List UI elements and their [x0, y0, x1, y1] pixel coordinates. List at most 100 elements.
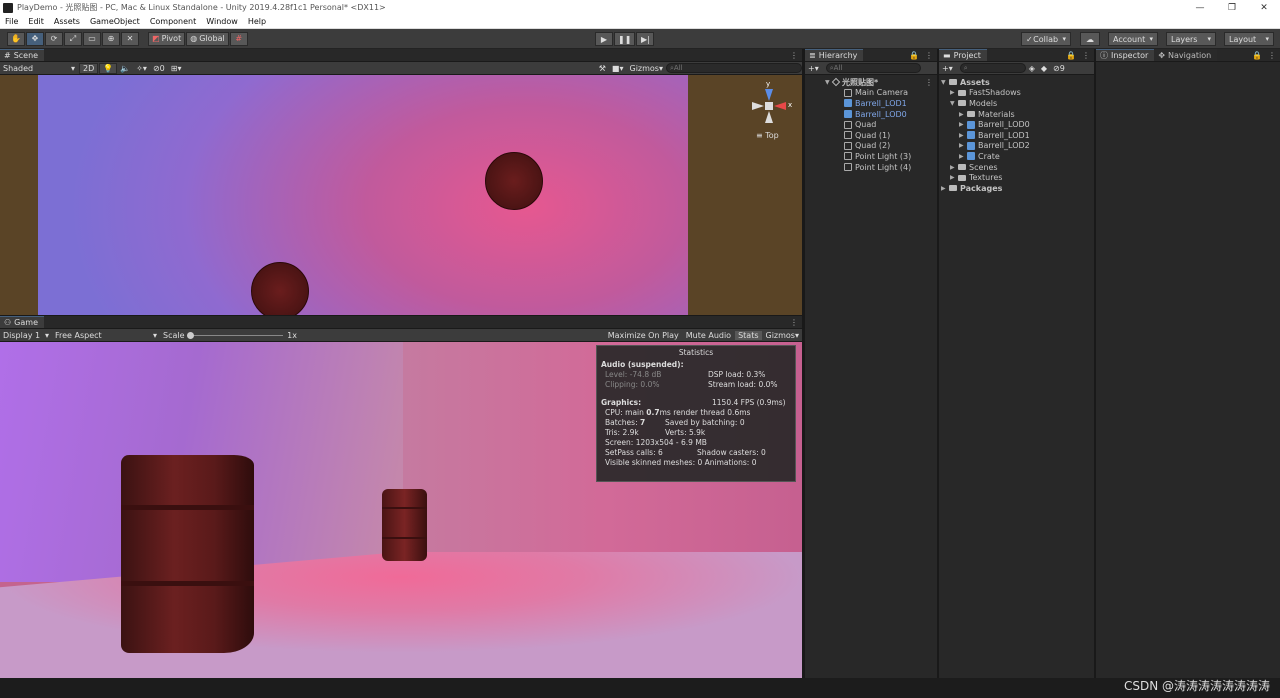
pause-button[interactable]: ❚❚ — [614, 32, 636, 46]
hidden-objects-toggle[interactable]: ⊘ 0 — [150, 64, 168, 73]
effects-toggle-icon[interactable]: ✧▾ — [133, 64, 150, 73]
expand-arrow-icon[interactable]: ▶ — [959, 132, 967, 139]
tab-scene[interactable]: # Scene — [0, 49, 45, 61]
project-item[interactable]: ▶ Barrell_LOD1 — [939, 130, 1094, 141]
hierarchy-item[interactable]: Barrell_LOD1 — [805, 98, 937, 109]
tab-hierarchy[interactable]: ≣ Hierarchy — [805, 49, 864, 61]
aspect-dropdown[interactable]: Free Aspect ▾ — [52, 331, 160, 340]
collab-dropdown[interactable]: ✓ Collab — [1021, 32, 1071, 46]
expand-arrow-icon[interactable]: ▶ — [950, 174, 958, 181]
hierarchy-item[interactable]: Point Light (4) — [805, 162, 937, 173]
lock-icon[interactable]: 🔒 — [909, 51, 919, 60]
maximize-button[interactable]: ❐ — [1216, 3, 1248, 13]
audio-toggle-icon[interactable]: 🔈 — [117, 64, 133, 73]
hierarchy-item[interactable]: Point Light (3) — [805, 151, 937, 162]
step-button[interactable]: ▶| — [636, 32, 655, 46]
project-menu-icon[interactable]: ⋮ — [1082, 51, 1090, 60]
scale-slider-thumb[interactable] — [186, 331, 194, 339]
scene-gizmos-dropdown[interactable]: Gizmos ▾ — [627, 64, 667, 73]
move-tool-icon[interactable]: ✥ — [26, 31, 44, 46]
minimize-button[interactable]: — — [1184, 3, 1216, 13]
camera-dropdown-icon[interactable]: ■▾ — [609, 64, 627, 73]
project-item[interactable]: ▶ Scenes — [939, 162, 1094, 173]
play-button[interactable]: ▶ — [595, 32, 613, 46]
stats-toggle[interactable]: Stats — [735, 330, 762, 340]
project-item[interactable]: ▶ Materials — [939, 109, 1094, 120]
project-item[interactable]: ▶ FastShadows — [939, 88, 1094, 99]
rect-tool-icon[interactable]: ▭ — [83, 31, 101, 46]
hierarchy-item[interactable]: Main Camera — [805, 88, 937, 99]
expand-arrow-icon[interactable]: ▶ — [941, 185, 949, 192]
tools-icon[interactable]: ⚒ — [596, 64, 609, 73]
hand-tool-icon[interactable]: ✋ — [7, 31, 25, 46]
expand-arrow-icon[interactable]: ▶ — [959, 153, 967, 160]
filter-label-icon[interactable]: ◆ — [1038, 64, 1050, 73]
expand-arrow-icon[interactable]: ▶ — [950, 164, 958, 171]
expand-arrow-icon[interactable]: ▼ — [941, 79, 949, 86]
pivot-button[interactable]: ◩ Pivot — [148, 31, 186, 46]
cloud-button[interactable]: ☁ — [1080, 32, 1100, 46]
custom-tool-icon[interactable]: ✕ — [121, 31, 139, 46]
scene-root[interactable]: ▼ 光照贴图* ⋮ — [805, 77, 937, 88]
expand-arrow-icon[interactable]: ▶ — [959, 121, 967, 128]
inspector-lock-icon[interactable]: 🔒 — [1252, 51, 1262, 60]
tab-game[interactable]: ⚇ Game — [0, 316, 44, 328]
tab-project[interactable]: ▬ Project — [939, 49, 987, 61]
layout-dropdown[interactable]: Layout — [1224, 32, 1274, 46]
tab-inspector[interactable]: ⓘ Inspector — [1096, 49, 1155, 61]
hierarchy-menu-icon[interactable]: ⋮ — [925, 51, 933, 60]
menu-component[interactable]: Component — [145, 17, 201, 26]
menu-assets[interactable]: Assets — [49, 17, 85, 26]
hierarchy-search-input[interactable]: ⌕ All — [825, 63, 921, 73]
maximize-on-play-toggle[interactable]: Maximize On Play — [605, 331, 682, 340]
scale-tool-icon[interactable]: ⤢ — [64, 31, 82, 46]
project-item[interactable]: ▼ Models — [939, 98, 1094, 109]
scene-viewport[interactable]: y x ≡ Top — [0, 75, 802, 315]
menu-window[interactable]: Window — [201, 17, 243, 26]
shading-dropdown[interactable]: Shaded ▾ — [0, 64, 78, 73]
hierarchy-item[interactable]: Quad (1) — [805, 130, 937, 141]
project-item-packages[interactable]: ▶ Packages — [939, 183, 1094, 194]
account-dropdown[interactable]: Account — [1108, 32, 1158, 46]
expand-arrow-icon[interactable]: ▶ — [959, 111, 967, 118]
project-item-assets[interactable]: ▼ Assets — [939, 77, 1094, 88]
scale-slider[interactable]: Scale 1x — [160, 331, 300, 340]
project-search-input[interactable]: ⌕ — [959, 63, 1026, 73]
2d-toggle[interactable]: 2D — [79, 62, 99, 74]
expand-arrow-icon[interactable]: ▼ — [950, 100, 958, 107]
menu-gameobject[interactable]: GameObject — [85, 17, 145, 26]
close-button[interactable]: ✕ — [1248, 3, 1280, 13]
expand-arrow-icon[interactable]: ▶ — [950, 89, 958, 96]
hierarchy-item[interactable]: Barrell_LOD0 — [805, 109, 937, 120]
scene-orientation-gizmo[interactable]: y x ≡ Top — [748, 80, 794, 142]
expand-arrow-icon[interactable]: ▶ — [959, 142, 967, 149]
grid-toggle-icon[interactable]: ⊞▾ — [168, 64, 185, 73]
scene-search-input[interactable]: ⌕ All — [666, 63, 802, 73]
lighting-toggle-icon[interactable]: 💡 — [99, 62, 118, 74]
tab-navigation[interactable]: ✥ Navigation — [1154, 49, 1218, 61]
display-dropdown[interactable]: Display 1 ▾ — [0, 331, 52, 340]
grid-snap-button[interactable]: # — [229, 31, 248, 46]
scale-slider-track[interactable] — [186, 331, 284, 339]
panel-menu-icon[interactable]: ⋮ — [790, 51, 798, 60]
mute-audio-toggle[interactable]: Mute Audio — [683, 331, 734, 340]
filter-type-icon[interactable]: ◈ — [1026, 64, 1038, 73]
menu-file[interactable]: File — [0, 17, 23, 26]
layers-dropdown[interactable]: Layers — [1166, 32, 1216, 46]
create-dropdown[interactable]: +▾ — [805, 64, 822, 73]
project-create-dropdown[interactable]: +▾ — [939, 64, 956, 73]
rotate-tool-icon[interactable]: ⟳ — [45, 31, 63, 46]
game-panel-menu-icon[interactable]: ⋮ — [790, 318, 798, 327]
hierarchy-item[interactable]: Quad — [805, 119, 937, 130]
menu-help[interactable]: Help — [243, 17, 271, 26]
project-item[interactable]: ▶ Barrell_LOD0 — [939, 119, 1094, 130]
global-button[interactable]: ◍ Global — [186, 31, 229, 46]
scene-menu-icon[interactable]: ⋮ — [925, 78, 937, 87]
project-lock-icon[interactable]: 🔒 — [1066, 51, 1076, 60]
inspector-menu-icon[interactable]: ⋮ — [1268, 51, 1276, 60]
hierarchy-item[interactable]: Quad (2) — [805, 141, 937, 152]
hidden-packages-toggle[interactable]: ⊘ 9 — [1050, 64, 1068, 73]
game-gizmos-dropdown[interactable]: Gizmos ▾ — [763, 331, 803, 340]
project-item[interactable]: ▶ Crate — [939, 151, 1094, 162]
transform-tool-icon[interactable]: ⊕ — [102, 31, 120, 46]
